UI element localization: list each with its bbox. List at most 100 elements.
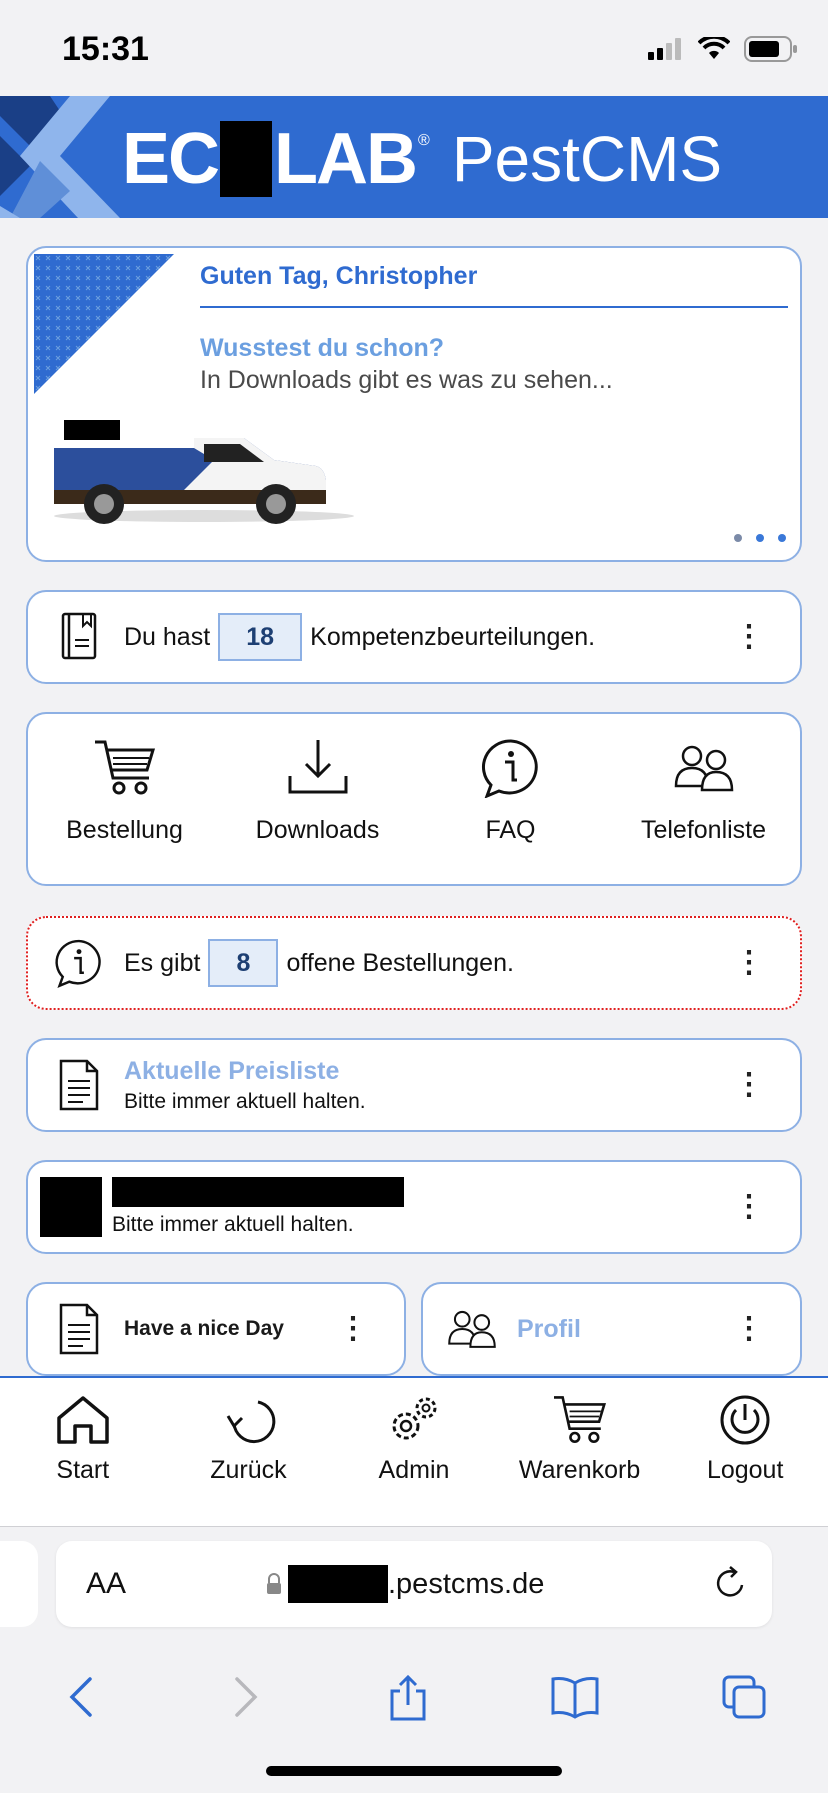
home-icon xyxy=(57,1396,109,1444)
tile-telefonliste[interactable]: Telefonliste xyxy=(607,714,800,884)
tile-downloads[interactable]: Downloads xyxy=(221,714,414,884)
tabs-icon[interactable] xyxy=(722,1675,766,1719)
open-orders-card[interactable]: Es gibt 8 offene Bestellungen. ⋮ xyxy=(26,916,802,1010)
nav-logout[interactable]: Logout xyxy=(662,1378,828,1526)
redacted-title xyxy=(112,1177,404,1207)
more-menu-icon[interactable]: ⋮ xyxy=(734,1192,764,1222)
tile-label: Downloads xyxy=(255,816,380,844)
orders-prefix: Es gibt xyxy=(124,948,201,977)
lock-icon xyxy=(267,1573,281,1594)
download-icon xyxy=(288,740,347,794)
reader-settings-button[interactable]: AA xyxy=(86,1567,126,1601)
share-icon[interactable] xyxy=(388,1675,428,1723)
people-icon xyxy=(441,1304,503,1354)
document-icon xyxy=(48,1059,110,1111)
wifi-icon xyxy=(698,37,730,59)
nav-back[interactable]: Zurück xyxy=(166,1378,332,1526)
nav-label: Admin xyxy=(378,1456,450,1484)
nice-day-label: Have a nice Day xyxy=(124,1317,284,1340)
tip-title: Wusstest du schon? xyxy=(200,334,445,362)
book-icon xyxy=(48,612,110,662)
competence-card[interactable]: Du hast 18 Kompetenzbeurteilungen. ⋮ xyxy=(26,590,802,684)
status-bar: 15:31 xyxy=(0,0,828,96)
nav-label: Zurück xyxy=(210,1456,287,1484)
info-bubble-icon xyxy=(481,739,538,798)
brand-left: EC xyxy=(122,119,220,199)
gears-icon xyxy=(392,1397,437,1440)
status-icons xyxy=(648,36,798,62)
more-menu-icon[interactable]: ⋮ xyxy=(734,1070,764,1100)
more-menu-icon[interactable]: ⋮ xyxy=(734,622,764,652)
more-menu-icon[interactable]: ⋮ xyxy=(338,1314,368,1344)
nav-start[interactable]: Start xyxy=(0,1378,166,1526)
orders-count: 8 xyxy=(208,939,279,987)
power-icon xyxy=(720,1395,770,1445)
competence-prefix: Du hast xyxy=(124,622,211,651)
redacted-icon xyxy=(40,1177,102,1237)
url-domain: .pestcms.de xyxy=(388,1567,545,1600)
tile-label: Telefonliste xyxy=(640,816,767,844)
redacted-card[interactable]: Bitte immer aktuell halten. ⋮ xyxy=(26,1160,802,1254)
nav-admin[interactable]: Admin xyxy=(331,1378,497,1526)
signal-icon xyxy=(648,38,681,60)
pattern-triangle xyxy=(34,254,174,394)
people-icon xyxy=(674,745,733,792)
redacted-text: Bitte immer aktuell halten. xyxy=(112,1177,404,1237)
redacted-subdomain xyxy=(288,1565,388,1603)
tile-faq[interactable]: FAQ xyxy=(414,714,607,884)
status-time: 15:31 xyxy=(62,30,149,68)
document-icon xyxy=(48,1303,110,1355)
profil-card[interactable]: Profil ⋮ xyxy=(421,1282,802,1376)
truck-image xyxy=(54,420,354,524)
previous-tab[interactable] xyxy=(0,1541,38,1627)
nav-label: Warenkorb xyxy=(518,1456,641,1484)
brand-registered: ® xyxy=(418,132,430,149)
brand-redaction xyxy=(220,121,273,197)
tip-text: In Downloads gibt es was zu sehen... xyxy=(200,366,613,394)
browser-chrome: AA .pestcms.de xyxy=(0,1526,828,1793)
welcome-carousel[interactable]: Guten Tag, Christopher Wusstest du schon… xyxy=(26,246,802,562)
bookmarks-icon[interactable] xyxy=(551,1675,599,1719)
greeting-divider xyxy=(200,306,788,308)
pricelist-title: Aktuelle Preisliste xyxy=(124,1056,340,1085)
nav-label: Logout xyxy=(706,1456,784,1484)
cart-icon xyxy=(94,740,155,795)
address-bar[interactable]: AA .pestcms.de xyxy=(56,1541,772,1627)
nice-day-card[interactable]: Have a nice Day ⋮ xyxy=(26,1282,406,1376)
more-menu-icon[interactable]: ⋮ xyxy=(734,1314,764,1344)
greeting: Guten Tag, Christopher xyxy=(200,262,478,290)
redacted-subtitle: Bitte immer aktuell halten. xyxy=(112,1213,354,1236)
cart-icon xyxy=(553,1396,606,1443)
nav-cart[interactable]: Warenkorb xyxy=(497,1378,663,1526)
bottom-nav: Start Zurück Admin Warenkorb Logout xyxy=(0,1376,828,1526)
brand-product: PestCMS xyxy=(451,123,723,195)
info-bubble-icon xyxy=(48,938,110,988)
reload-icon[interactable] xyxy=(714,1565,748,1601)
nav-label: Start xyxy=(56,1456,110,1484)
brand-logo: EC LAB ® PestCMS xyxy=(122,114,722,204)
pricelist-text: Aktuelle Preisliste Bitte immer aktuell … xyxy=(124,1057,366,1114)
pricelist-subtitle: Bitte immer aktuell halten. xyxy=(124,1089,366,1113)
more-menu-icon[interactable]: ⋮ xyxy=(734,948,764,978)
back-arrow-icon xyxy=(227,1400,276,1444)
browser-toolbar xyxy=(0,1675,828,1723)
tile-label: Bestellung xyxy=(66,816,183,844)
profil-label: Profil xyxy=(517,1314,581,1343)
back-icon[interactable] xyxy=(62,1675,102,1719)
carousel-dot[interactable] xyxy=(756,534,764,542)
carousel-dot[interactable] xyxy=(778,534,786,542)
tile-label: FAQ xyxy=(485,816,536,844)
app-header: EC LAB ® PestCMS xyxy=(0,96,828,218)
carousel-dots[interactable] xyxy=(734,534,786,542)
forward-icon[interactable] xyxy=(225,1675,265,1719)
home-indicator[interactable] xyxy=(266,1766,562,1776)
competence-count: 18 xyxy=(218,613,303,661)
url-display[interactable]: .pestcms.de xyxy=(266,1565,544,1603)
brand-right: LAB xyxy=(274,119,418,199)
tile-bestellung[interactable]: Bestellung xyxy=(28,714,221,884)
battery-icon xyxy=(744,36,797,62)
carousel-dot[interactable] xyxy=(734,534,742,542)
pricelist-card[interactable]: Aktuelle Preisliste Bitte immer aktuell … xyxy=(26,1038,802,1132)
competence-suffix: Kompetenzbeurteilungen. xyxy=(310,622,596,651)
orders-suffix: offene Bestellungen. xyxy=(286,948,514,977)
